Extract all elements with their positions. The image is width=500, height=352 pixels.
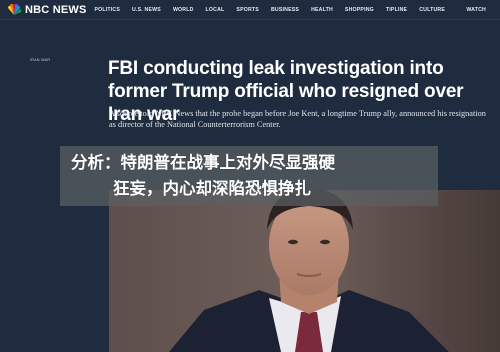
nav-item-world[interactable]: WORLD: [173, 7, 194, 13]
portrait-image: [109, 190, 500, 352]
article-kicker[interactable]: IRAN WAR: [30, 58, 50, 62]
nbc-news-logo[interactable]: NBC NEWS: [6, 0, 87, 20]
top-nav-bar: NBC NEWS POLITICS U.S. NEWS WORLD LOCAL …: [0, 0, 500, 20]
nav-item-culture[interactable]: CULTURE: [419, 7, 445, 13]
nav-item-business[interactable]: BUSINESS: [271, 7, 299, 13]
nav-item-us-news[interactable]: U.S. NEWS: [132, 7, 161, 13]
caption-line-1: 分析：特朗普在战事上对外尽显强硬: [71, 153, 335, 172]
article-photo: [109, 190, 500, 352]
peacock-icon: [7, 3, 22, 15]
article-dek: A source told NBC News that the probe be…: [109, 109, 486, 129]
logo-text: NBC NEWS: [25, 3, 87, 16]
nav-item-tipline[interactable]: TIPLINE: [386, 7, 407, 13]
nav-links: POLITICS U.S. NEWS WORLD LOCAL SPORTS BU…: [95, 7, 458, 13]
nav-item-shopping[interactable]: SHOPPING: [345, 7, 374, 13]
caption-line-2: 狂妄，内心却深陷恐惧挣扎: [113, 179, 311, 198]
nav-item-politics[interactable]: POLITICS: [95, 7, 121, 13]
nav-item-local[interactable]: LOCAL: [206, 7, 225, 13]
watch-link[interactable]: WATCH: [466, 7, 486, 13]
nav-item-sports[interactable]: SPORTS: [236, 7, 259, 13]
nav-item-health[interactable]: HEALTH: [311, 7, 333, 13]
